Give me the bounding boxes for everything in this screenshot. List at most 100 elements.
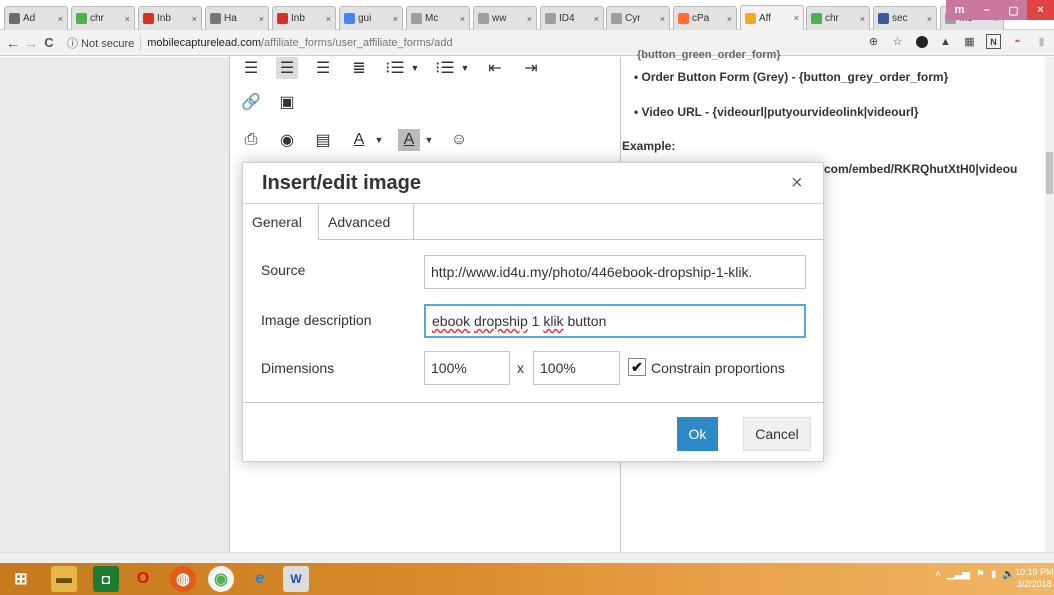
maximize-button[interactable]: ▢: [1000, 0, 1027, 20]
bullet-list-chevron-down-icon[interactable]: ▼: [410, 57, 420, 79]
outdent-icon[interactable]: ⇤: [484, 57, 506, 79]
align-center-icon[interactable]: ☰: [276, 57, 298, 79]
word-icon[interactable]: W: [283, 566, 309, 592]
tab-close-icon[interactable]: ×: [391, 14, 398, 24]
numbered-list-chevron-down-icon[interactable]: ▼: [460, 57, 470, 79]
numbered-list-icon[interactable]: ⁝☰: [434, 57, 456, 79]
width-input[interactable]: 100%: [424, 351, 510, 385]
browser-tab[interactable]: Ha ×: [205, 6, 269, 30]
background-color-chevron-down-icon[interactable]: ▼: [424, 129, 434, 151]
tab-general[interactable]: General: [243, 204, 319, 240]
dialog-close-icon[interactable]: ×: [791, 172, 803, 195]
browser-tab[interactable]: Ad ×: [4, 6, 68, 30]
network-icon[interactable]: ▁▃▅: [947, 569, 970, 580]
tab-advanced[interactable]: Advanced: [319, 204, 414, 240]
print-icon[interactable]: ⎙: [240, 129, 262, 151]
browser-tab[interactable]: chr ×: [71, 6, 135, 30]
back-icon[interactable]: ←: [4, 35, 22, 51]
browser-tab[interactable]: Mc ×: [406, 6, 470, 30]
browser-tab[interactable]: Inb ×: [138, 6, 202, 30]
profile-button[interactable]: m: [946, 0, 973, 20]
tab-close-icon[interactable]: ×: [257, 14, 264, 24]
browser-tab[interactable]: sec ×: [873, 6, 937, 30]
constrain-proportions-label[interactable]: Constrain proportions: [651, 360, 785, 376]
tab-close-icon[interactable]: ×: [458, 14, 465, 24]
browser-tab[interactable]: gui ×: [339, 6, 403, 30]
source-input[interactable]: http://www.id4u.my/photo/446ebook-dropsh…: [424, 255, 806, 289]
tray-expand-icon[interactable]: ˄: [935, 569, 941, 580]
browser-tab[interactable]: chr ×: [806, 6, 870, 30]
constrain-proportions-checkbox[interactable]: ✔: [628, 358, 646, 376]
tab-close-icon[interactable]: ×: [592, 14, 599, 24]
browser-tab-label: chr: [90, 13, 104, 24]
align-justify-icon[interactable]: ≣: [348, 57, 370, 79]
vertical-scrollbar[interactable]: [1045, 57, 1054, 552]
windows-start-icon[interactable]: ⊞: [8, 566, 34, 592]
height-input[interactable]: 100%: [533, 351, 620, 385]
browser-tab[interactable]: cPa ×: [673, 6, 737, 30]
flag-icon[interactable]: ⚑: [976, 569, 985, 580]
link-icon[interactable]: 🔗: [240, 91, 262, 113]
extension-n-icon[interactable]: N: [986, 34, 1001, 49]
browser-tab[interactable]: ID4 ×: [540, 6, 604, 30]
tab-close-icon[interactable]: ×: [324, 14, 331, 24]
tab-close-icon[interactable]: ×: [190, 14, 197, 24]
image-description-input[interactable]: ebook dropship 1 klik button: [424, 304, 806, 338]
tab-close-icon[interactable]: ×: [925, 14, 932, 24]
tab-close-icon[interactable]: ×: [725, 14, 732, 24]
extension-dark-icon[interactable]: [914, 34, 929, 49]
media-icon[interactable]: ▤: [312, 129, 334, 151]
page-icon: [545, 13, 556, 24]
reload-icon[interactable]: C: [40, 35, 58, 50]
zoom-icon[interactable]: ⊕: [866, 34, 881, 49]
browser-tab[interactable]: Cyr ×: [606, 6, 670, 30]
volume-icon[interactable]: 🔈: [1002, 569, 1014, 580]
background-color-icon[interactable]: A: [398, 129, 420, 151]
battery-icon[interactable]: ▮: [991, 569, 997, 580]
extension-pocket-icon[interactable]: ◓: [1010, 34, 1025, 49]
image-icon[interactable]: ▣: [276, 91, 298, 113]
dialog-title: Insert/edit image: [262, 172, 421, 194]
preview-eye-icon[interactable]: ◉: [276, 129, 298, 151]
security-indicator[interactable]: ⓘ Not secure: [67, 35, 142, 51]
ok-button[interactable]: Ok: [677, 417, 718, 451]
window-controls: m – ▢ ×: [946, 0, 1054, 20]
internet-explorer-icon[interactable]: e: [247, 566, 273, 592]
tab-close-icon[interactable]: ×: [858, 14, 865, 24]
tab-close-icon[interactable]: ×: [525, 14, 532, 24]
indent-icon[interactable]: ⇥: [520, 57, 542, 79]
chrome-icon[interactable]: ◉: [208, 566, 234, 592]
tab-close-icon[interactable]: ×: [123, 14, 130, 24]
close-window-button[interactable]: ×: [1027, 0, 1054, 20]
browser-tab[interactable]: ww ×: [473, 6, 537, 30]
doc-icon: [9, 13, 20, 24]
opera-icon[interactable]: O: [130, 566, 156, 592]
extension-gray-icon[interactable]: ▮: [1034, 34, 1049, 49]
file-explorer-icon[interactable]: ▬: [51, 566, 77, 592]
forward-icon[interactable]: →: [22, 35, 40, 51]
horizontal-scrollbar[interactable]: [0, 552, 1054, 563]
address-bar: ← → C ⓘ Not secure mobilecapturelead.com…: [0, 30, 1054, 56]
text-color-chevron-down-icon[interactable]: ▼: [374, 129, 384, 151]
store-icon[interactable]: ◘: [93, 566, 119, 592]
tab-close-icon[interactable]: ×: [658, 14, 665, 24]
tab-close-icon[interactable]: ×: [792, 13, 799, 23]
extension-ship-icon[interactable]: ▲: [938, 34, 953, 49]
bullet-list-icon[interactable]: ⁝☰: [384, 57, 406, 79]
system-tray: ˄ ▁▃▅ ⚑ ▮ 🔈: [935, 569, 1015, 580]
emoticons-icon[interactable]: ☺: [448, 129, 470, 151]
minimize-button[interactable]: –: [973, 0, 1000, 20]
align-right-icon[interactable]: ☰: [312, 57, 334, 79]
cancel-button[interactable]: Cancel: [743, 417, 811, 451]
taskbar-clock[interactable]: 10:19 PM 3/2/2018: [1015, 566, 1054, 590]
bookmark-star-icon[interactable]: ☆: [890, 34, 905, 49]
align-left-icon[interactable]: ☰: [240, 57, 262, 79]
browser-tab[interactable]: Aff ×: [740, 5, 804, 30]
scrollbar-thumb[interactable]: [1046, 152, 1053, 194]
extension-grid-icon[interactable]: ▦: [962, 34, 977, 49]
google-icon: [344, 13, 355, 24]
browser-tab[interactable]: Inb ×: [272, 6, 336, 30]
tab-close-icon[interactable]: ×: [56, 14, 63, 24]
firefox-icon[interactable]: ◍: [170, 566, 196, 592]
text-color-icon[interactable]: A: [348, 129, 370, 151]
